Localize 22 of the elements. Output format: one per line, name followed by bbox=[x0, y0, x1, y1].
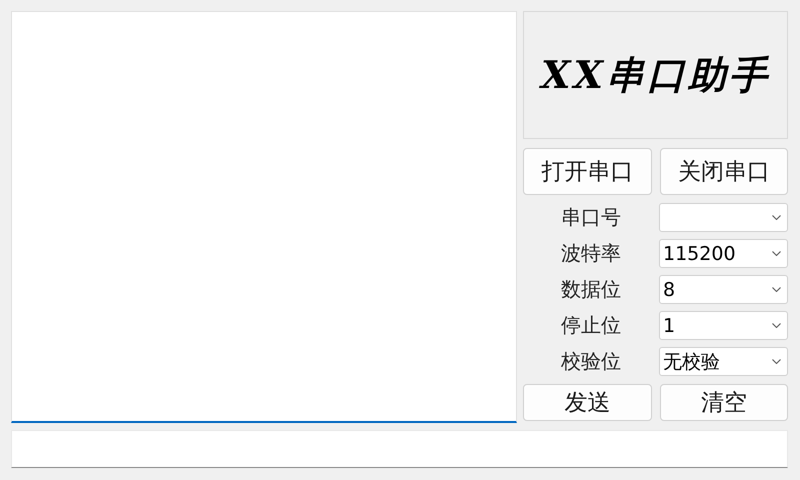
action-button[interactable]: 清空 bbox=[660, 384, 788, 421]
setting-dropdown[interactable]: 115200 bbox=[659, 239, 788, 268]
chevron-down-icon bbox=[772, 323, 781, 328]
setting-label: 校验位 bbox=[560, 348, 622, 375]
setting-dropdown[interactable]: 1 bbox=[659, 311, 788, 340]
chevron-down-icon bbox=[772, 215, 781, 220]
logo-text: XX串口助手 bbox=[541, 50, 770, 98]
receive-text-area[interactable] bbox=[11, 11, 517, 423]
send-input-field[interactable] bbox=[11, 430, 788, 468]
port-button[interactable]: 打开串口 bbox=[523, 148, 652, 195]
setting-dropdown[interactable] bbox=[659, 203, 788, 232]
chevron-down-icon bbox=[772, 251, 781, 256]
setting-dropdown[interactable]: 8 bbox=[659, 275, 788, 304]
setting-label: 波特率 bbox=[560, 240, 622, 267]
setting-dropdown[interactable]: 无校验 bbox=[659, 347, 788, 376]
setting-label: 停止位 bbox=[560, 312, 622, 339]
chevron-down-icon bbox=[772, 287, 781, 292]
chevron-down-icon bbox=[772, 359, 781, 364]
setting-label: 串口号 bbox=[560, 204, 622, 231]
port-button[interactable]: 关闭串口 bbox=[660, 148, 788, 195]
setting-label: 数据位 bbox=[560, 276, 622, 303]
action-button[interactable]: 发送 bbox=[523, 384, 652, 421]
